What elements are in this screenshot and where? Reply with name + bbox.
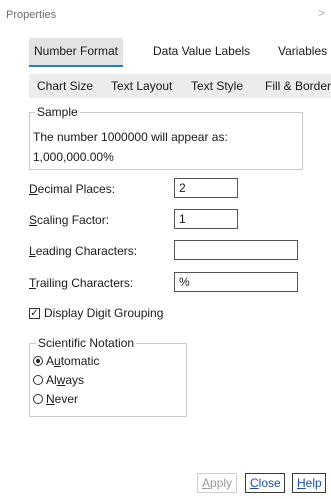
radio-always-label[interactable]: Always	[46, 373, 84, 387]
tab-text-layout[interactable]: Text Layout	[111, 74, 172, 98]
tab-data-value-labels[interactable]: Data Value Labels	[153, 38, 250, 65]
window-title: Properties	[6, 9, 57, 21]
trailing-characters-label: Trailing Characters:	[29, 276, 134, 290]
sample-value: 1,000,000.00%	[33, 150, 114, 164]
tab-chart-size[interactable]: Chart Size	[37, 74, 93, 98]
decimal-places-label: Decimal Places:	[29, 182, 116, 196]
radio-never-label[interactable]: Never	[46, 392, 78, 406]
radio-selected-dot	[36, 359, 40, 363]
tab-fill-border[interactable]: Fill & Border	[265, 74, 331, 98]
tab-variables[interactable]: Variables	[278, 38, 327, 65]
scientific-notation-legend: Scientific Notation	[36, 336, 137, 350]
radio-never[interactable]	[33, 394, 43, 404]
scaling-factor-label: Scaling Factor:	[29, 213, 110, 227]
close-button[interactable]: Close	[245, 473, 285, 493]
tab-text-style[interactable]: Text Style	[191, 74, 243, 98]
sample-description: The number 1000000 will appear as:	[33, 130, 228, 144]
leading-characters-label: Leading Characters:	[29, 244, 138, 258]
decimal-places-input[interactable]: 2	[174, 178, 238, 198]
close-icon[interactable]: >	[318, 6, 325, 20]
digit-grouping-label[interactable]: Display Digit Grouping	[44, 306, 163, 320]
digit-grouping-checkbox[interactable]: ✓	[29, 308, 40, 319]
tab-bar-primary: Number Format Data Value Labels Variable…	[29, 38, 331, 67]
help-button[interactable]: Help	[292, 473, 326, 493]
trailing-characters-input[interactable]: %	[174, 272, 298, 292]
radio-automatic-label[interactable]: Automatic	[46, 354, 99, 368]
apply-button[interactable]: Apply	[197, 473, 237, 493]
radio-always[interactable]	[33, 375, 43, 385]
tab-bar-secondary: Chart Size Text Layout Text Style Fill &…	[29, 74, 331, 98]
tab-number-format[interactable]: Number Format	[29, 38, 123, 67]
sample-legend: Sample	[35, 105, 80, 119]
radio-automatic[interactable]	[33, 356, 43, 366]
leading-characters-input[interactable]	[174, 240, 298, 260]
scaling-factor-input[interactable]: 1	[174, 209, 238, 229]
